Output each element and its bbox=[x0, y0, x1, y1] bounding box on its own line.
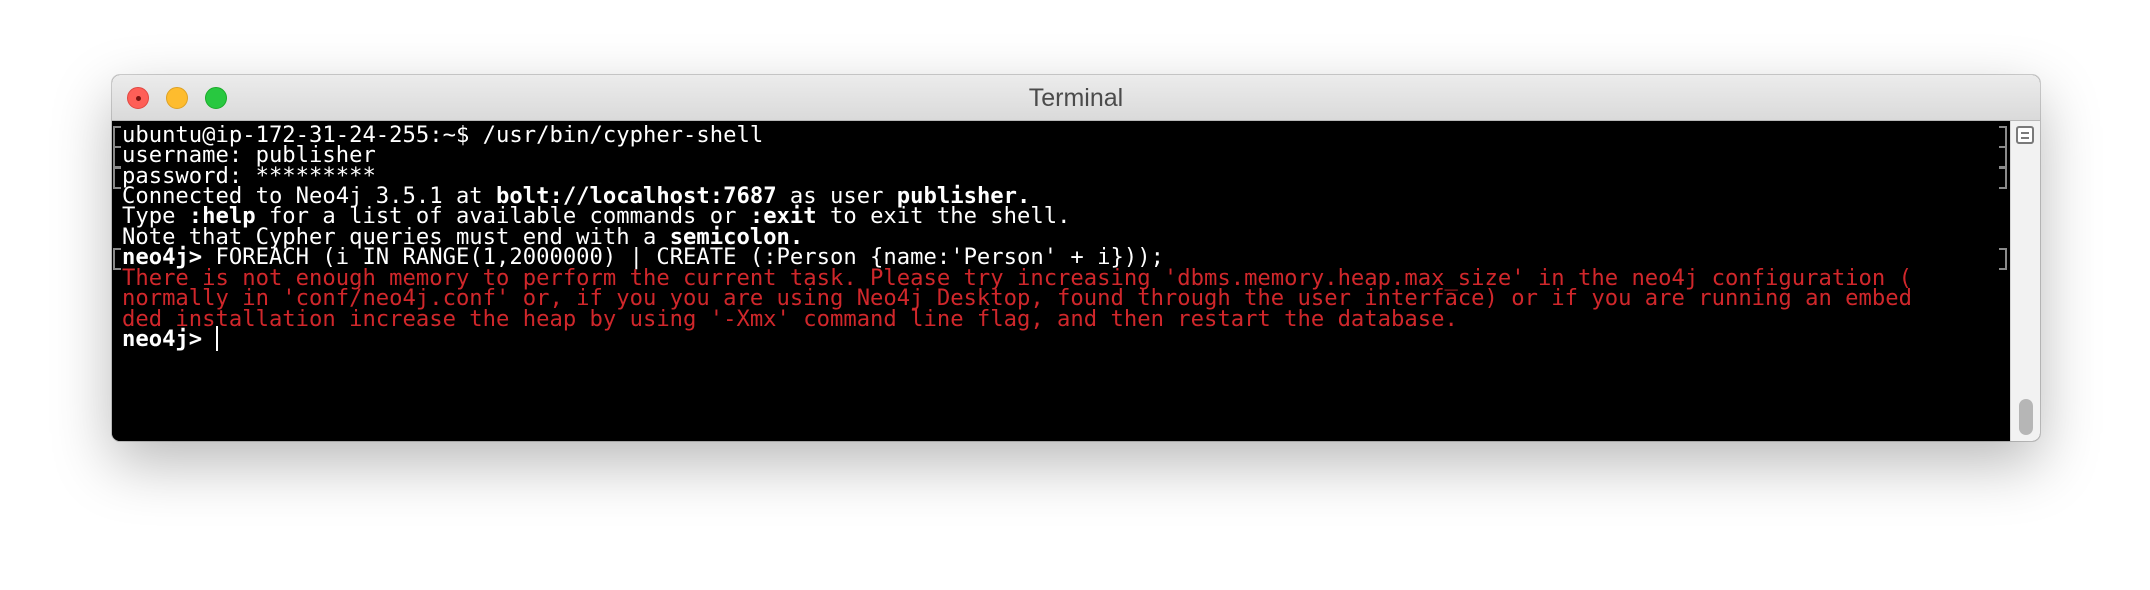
mark-bracket-left-2 bbox=[113, 146, 121, 168]
mark-bracket-left-3 bbox=[113, 167, 121, 189]
terminal-output[interactable]: ubuntu@ip-172-31-24-255:~$ /usr/bin/cyph… bbox=[112, 121, 2011, 441]
window-title: Terminal bbox=[1028, 84, 1124, 112]
mark-bracket-left-1 bbox=[113, 126, 121, 148]
vertical-scrollbar[interactable] bbox=[2010, 121, 2040, 441]
title-bar[interactable]: Terminal bbox=[112, 75, 2040, 121]
mark-bracket-left-4 bbox=[113, 248, 121, 270]
list-icon[interactable] bbox=[2016, 126, 2034, 144]
prompt-line[interactable]: neo4j> bbox=[122, 325, 2022, 353]
shell-prompt: neo4j> bbox=[122, 326, 216, 352]
text-cursor bbox=[215, 326, 218, 351]
scrollbar-thumb[interactable] bbox=[2019, 399, 2033, 435]
terminal-window: Terminal ubuntu@ip-172-31-24-255:~$ /usr… bbox=[112, 75, 2040, 441]
